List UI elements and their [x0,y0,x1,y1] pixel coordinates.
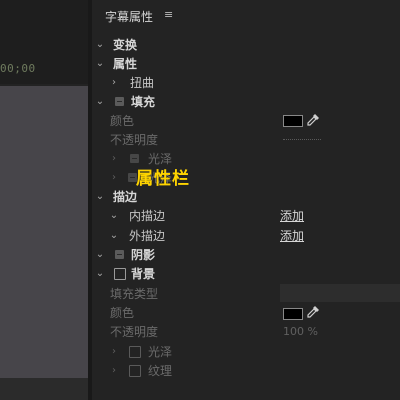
tree-label-bg-fill-type: 填充类型 [110,287,159,301]
tree-label-bg-opacity: 不透明度 [110,325,159,339]
tree-row-fill-opacity: 不透明度 [0,131,400,149]
shadow-checkbox[interactable] [115,250,124,259]
panel-title: 字幕属性 [105,10,154,24]
tree-row-inner-stroke[interactable]: ⌄ 内描边 [0,207,400,225]
tree-label-distort: 扭曲 [130,76,155,90]
tree-row-fill-sheen[interactable]: › 光泽 [0,150,400,168]
tree-label-transform: 变换 [113,38,138,52]
bg-fill-type-select[interactable] [280,284,400,302]
tree-row-fill-texture[interactable]: › 光泽 [0,169,400,187]
background-checkbox[interactable] [114,268,126,280]
tree-row-bg-texture[interactable]: › 纹理 [0,362,400,380]
tree-row-fill[interactable]: ⌄ 填充 [0,93,400,111]
tree-row-bg-color: 颜色 [0,304,400,322]
chevron-down-icon[interactable]: ⌄ [95,246,105,264]
fill-sheen-checkbox[interactable] [130,154,139,163]
hamburger-menu-icon[interactable]: ≡ [164,8,173,21]
tree-row-strokes[interactable]: ⌄ 描边 [0,188,400,206]
tree-row-distort[interactable]: › 扭曲 [0,74,400,92]
fill-checkbox[interactable] [115,97,124,106]
fill-opacity-value[interactable] [283,139,321,140]
chevron-right-icon[interactable]: › [109,74,119,92]
chevron-down-icon[interactable]: ⌄ [95,265,105,283]
tree-row-background[interactable]: ⌄ 背景 [0,265,400,283]
tree-label-bg-color: 颜色 [110,306,135,320]
tree-label-bg-sheen: 光泽 [148,345,173,359]
tree-row-fill-color: 颜色 [0,112,400,130]
chevron-down-icon[interactable]: ⌄ [95,93,105,111]
overlay-annotation-label: 属性栏 [136,169,190,189]
bg-color-swatch[interactable] [283,308,303,320]
chevron-right-icon[interactable]: › [109,343,119,361]
tree-label-fill-opacity: 不透明度 [110,133,159,147]
tree-row-outer-stroke[interactable]: ⌄ 外描边 [0,227,400,245]
chevron-down-icon[interactable]: ⌄ [95,55,105,73]
add-inner-stroke-link[interactable]: 添加 [280,207,304,224]
chevron-right-icon[interactable]: › [109,362,119,380]
chevron-down-icon[interactable]: ⌄ [95,188,105,206]
tree-label-properties: 属性 [113,57,138,71]
tree-row-properties[interactable]: ⌄ 属性 [0,55,400,73]
tree-label-fill: 填充 [131,95,156,109]
eyedropper-icon[interactable] [306,305,320,319]
bg-sheen-checkbox[interactable] [129,346,141,358]
tree-row-bg-opacity: 不透明度 [0,323,400,341]
monitor-footer [0,378,88,400]
tree-row-transform[interactable]: ⌄ 变换 [0,36,400,54]
tree-label-shadow: 阴影 [131,248,156,262]
tree-label-inner-stroke: 内描边 [129,209,166,223]
tree-row-shadow[interactable]: ⌄ 阴影 [0,246,400,264]
chevron-down-icon[interactable]: ⌄ [95,36,105,54]
chevron-right-icon[interactable]: › [109,150,119,168]
chevron-down-icon[interactable]: ⌄ [109,207,119,225]
chevron-right-icon[interactable]: › [109,169,119,187]
add-outer-stroke-link[interactable]: 添加 [280,227,304,244]
bg-opacity-value[interactable]: 100 % [283,325,318,338]
bg-texture-checkbox[interactable] [129,365,141,377]
tree-label-outer-stroke: 外描边 [129,229,166,243]
tree-label-background: 背景 [131,267,156,281]
tree-row-bg-sheen[interactable]: › 光泽 [0,343,400,361]
tree-label-fill-color: 颜色 [110,114,135,128]
chevron-down-icon[interactable]: ⌄ [109,227,119,245]
tree-label-bg-texture: 纹理 [148,364,173,378]
fill-color-swatch[interactable] [283,115,303,127]
eyedropper-icon[interactable] [306,113,320,127]
tree-label-strokes: 描边 [113,190,138,204]
